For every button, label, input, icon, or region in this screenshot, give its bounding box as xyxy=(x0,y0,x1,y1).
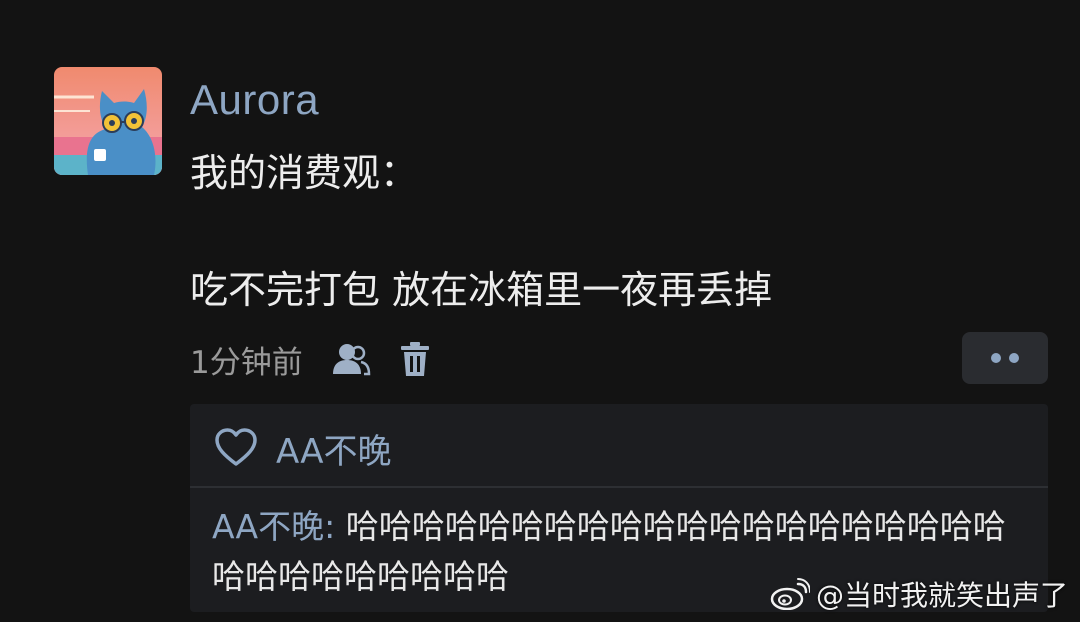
post-time: 1分钟前 xyxy=(190,344,303,381)
username[interactable]: Aurora xyxy=(190,76,319,124)
more-button[interactable] xyxy=(962,332,1048,384)
weibo-logo-icon xyxy=(770,578,810,610)
heart-outline-icon[interactable] xyxy=(214,428,258,468)
like-user-name[interactable]: AA不晚 xyxy=(276,424,391,473)
more-dots-icon xyxy=(991,353,1019,363)
watermark-text: @当时我就笑出声了 xyxy=(815,579,1068,612)
post-text-line-2: 吃不完打包 放在冰箱里一夜再丢掉 xyxy=(190,268,773,312)
cartoon-cat-avatar-icon xyxy=(54,67,162,175)
friends-icon[interactable] xyxy=(331,342,371,376)
watermark: @当时我就笑出声了 xyxy=(770,574,1068,614)
post-meta: 1分钟前 xyxy=(190,336,431,382)
likes-row: AA不晚 xyxy=(214,424,391,472)
divider xyxy=(190,486,1048,488)
comment-separator: : xyxy=(324,507,346,546)
trash-icon[interactable] xyxy=(399,341,431,377)
comment-author[interactable]: AA不晚 xyxy=(212,507,324,546)
post-text-line-1: 我的消费观： xyxy=(190,151,419,195)
avatar[interactable] xyxy=(54,67,162,175)
